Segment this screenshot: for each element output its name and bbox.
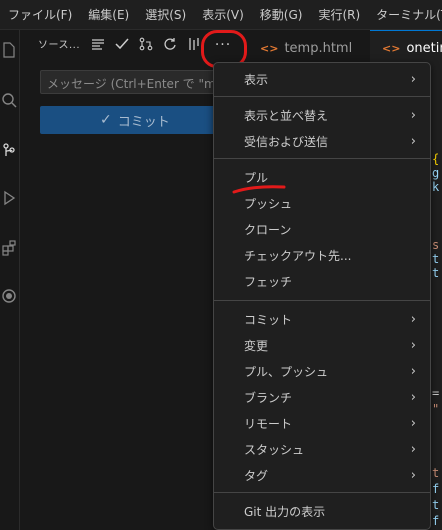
menu-separator (214, 492, 430, 493)
more-actions-button[interactable]: ··· (211, 34, 235, 56)
menu-terminal[interactable]: ターミナル(T) (376, 6, 442, 23)
menu-item-push[interactable]: プッシュ (218, 191, 426, 215)
code-fragment: g (432, 166, 440, 180)
activity-bar (0, 30, 20, 530)
menu-item-stash[interactable]: スタッシュ › (218, 437, 426, 461)
code-fragment: t (432, 466, 440, 480)
menu-item-label: プル、プッシュ (244, 364, 329, 379)
view-as-tree-icon[interactable] (86, 34, 110, 54)
search-icon[interactable] (0, 88, 18, 112)
menu-item-label: リモート (244, 416, 293, 431)
pull-request-icon[interactable] (134, 34, 158, 54)
menu-item-pull[interactable]: プル (218, 165, 426, 189)
run-debug-icon[interactable] (0, 186, 18, 210)
source-control-icon[interactable] (0, 138, 18, 162)
check-icon: ✓ (100, 112, 112, 128)
menu-item-branch[interactable]: ブランチ › (218, 385, 426, 409)
chevron-right-icon: › (410, 390, 416, 405)
menu-item-label: 変更 (244, 338, 269, 353)
menu-item-label: チェックアウト先... (244, 248, 352, 263)
menu-item-label: コミット (244, 312, 293, 327)
chevron-right-icon: › (410, 72, 416, 87)
menu-edit[interactable]: 編集(E) (88, 6, 129, 23)
menu-item-pull-push[interactable]: プル、プッシュ › (218, 359, 426, 383)
commit-check-icon[interactable] (110, 34, 134, 54)
menu-item-view-and-sort[interactable]: 表示と並べ替え › (218, 103, 426, 127)
menu-item-label: 表示と並べ替え (244, 108, 329, 123)
remote-icon[interactable] (0, 284, 18, 308)
menu-file[interactable]: ファイル(F) (8, 6, 72, 23)
menu-item-label: ブランチ (244, 390, 293, 405)
menu-item-fetch[interactable]: フェッチ (218, 269, 426, 293)
menu-item-label: タグ (244, 468, 269, 483)
menu-item-remote[interactable]: リモート › (218, 411, 426, 435)
code-fragment: s (432, 238, 440, 252)
menu-item-tags[interactable]: タグ › (218, 463, 426, 487)
editor-tabs: <> temp.html <> onetime (252, 30, 442, 66)
menu-item-checkout-to[interactable]: チェックアウト先... (218, 243, 426, 267)
menu-item-label: スタッシュ (244, 442, 305, 457)
tab-label: temp.html (284, 40, 353, 56)
extensions-icon[interactable] (0, 236, 18, 260)
menu-item-label: 受信および送信 (244, 134, 329, 149)
refresh-icon[interactable] (158, 34, 182, 54)
tab-onetime[interactable]: <> onetime (370, 30, 442, 66)
chevron-right-icon: › (410, 416, 416, 431)
chevron-right-icon: › (410, 364, 416, 379)
code-fragment: = (432, 386, 440, 400)
menu-item-label: プル (244, 170, 269, 185)
explorer-icon[interactable] (0, 38, 18, 62)
chevron-right-icon: › (410, 312, 416, 327)
chevron-right-icon: › (410, 338, 416, 353)
html-file-icon: <> (260, 41, 279, 55)
more-actions-menu: 表示 › 表示と並べ替え › 受信および送信 › プル プッシュ クローン チェ… (213, 62, 431, 530)
menu-item-clone[interactable]: クローン (218, 217, 426, 241)
menu-run[interactable]: 実行(R) (318, 6, 360, 23)
menu-view[interactable]: 表示(V) (202, 6, 244, 23)
chevron-right-icon: › (410, 134, 416, 149)
code-fragment: t (432, 252, 440, 266)
menu-selection[interactable]: 選択(S) (145, 6, 186, 23)
menu-item-label: クローン (244, 222, 292, 237)
menu-item-incoming-outgoing[interactable]: 受信および送信 › (218, 129, 426, 153)
tab-temp-html[interactable]: <> temp.html (260, 30, 352, 66)
code-fragment: " (432, 402, 440, 416)
menu-item-label: 表示 (244, 72, 269, 87)
code-fragment: { (432, 152, 440, 166)
code-fragment: f (432, 514, 440, 528)
commit-button-label: コミット (117, 114, 170, 130)
graph-icon[interactable] (182, 34, 206, 54)
menu-separator (214, 158, 430, 159)
menu-item-show-git-output[interactable]: Git 出力の表示 (218, 499, 426, 523)
code-fragment: k (432, 180, 440, 194)
menu-bar: ファイル(F) 編集(E) 選択(S) 表示(V) 移動(G) 実行(R) ター… (0, 0, 442, 30)
sidebar-title: ソース... (38, 40, 81, 51)
menu-go[interactable]: 移動(G) (260, 6, 303, 23)
menu-separator (214, 96, 430, 97)
chevron-right-icon: › (410, 442, 416, 457)
menu-item-commit[interactable]: コミット › (218, 307, 426, 331)
code-fragment: t (432, 498, 440, 512)
tab-label: onetime (406, 41, 442, 56)
chevron-right-icon: › (410, 468, 416, 483)
sidebar-toolbar (86, 34, 206, 54)
chevron-right-icon: › (410, 108, 416, 123)
code-fragment: f (432, 482, 440, 496)
menu-item-label: フェッチ (244, 274, 293, 289)
menu-item-label: プッシュ (244, 196, 293, 211)
code-fragment: t (432, 266, 440, 280)
menu-item-changes[interactable]: 変更 › (218, 333, 426, 357)
menu-item-view[interactable]: 表示 › (218, 67, 426, 91)
menu-separator (214, 300, 430, 301)
html-file-icon: <> (382, 42, 401, 55)
menu-item-label: Git 出力の表示 (244, 504, 326, 519)
